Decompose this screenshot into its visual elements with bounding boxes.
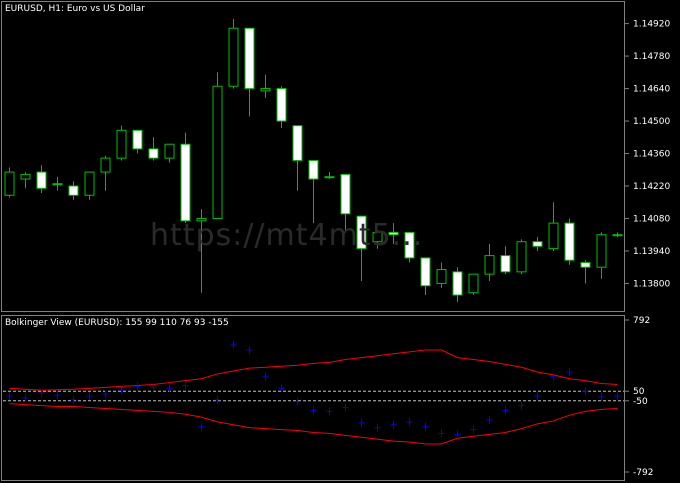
- candle-body: [116, 129, 127, 159]
- candle-body: [308, 159, 319, 180]
- candle-body: [292, 125, 303, 161]
- candle-body: [244, 27, 255, 90]
- indicator-tick-label: 792: [633, 316, 650, 326]
- indicator-layer: [3, 340, 624, 445]
- candle-body: [84, 171, 95, 196]
- candle-body: [500, 255, 511, 273]
- main-chart-border: [1, 1, 625, 312]
- indicator-title: Bolkinger View (EURUSD): 155 99 110 76 9…: [5, 318, 229, 328]
- indicator-border: [1, 315, 625, 481]
- candle-body: [324, 176, 335, 179]
- candle-body: [516, 241, 527, 273]
- candle-body: [148, 148, 159, 159]
- price-tick-label: 1.13940: [633, 247, 670, 257]
- candle-body: [564, 222, 575, 261]
- candle-body: [260, 88, 271, 92]
- candle-body: [36, 171, 47, 189]
- price-tick-label: 1.14080: [633, 214, 670, 224]
- candle-body: [212, 85, 223, 219]
- candle-body: [468, 273, 479, 294]
- candle-body: [180, 143, 191, 222]
- candle-body: [100, 157, 111, 173]
- candle-body: [532, 241, 543, 247]
- candle-body: [164, 143, 175, 159]
- candle-body: [548, 222, 559, 250]
- candle-body: [452, 271, 463, 296]
- candle-body: [436, 269, 447, 284]
- indicator-ticks: 792 50-50 -792: [625, 316, 653, 478]
- watermark: https://mt4mt5...: [150, 218, 424, 253]
- candle-body: [612, 234, 623, 237]
- candle-body: [68, 185, 79, 196]
- candle-body: [20, 173, 31, 180]
- price-tick-label: 1.14780: [633, 52, 670, 62]
- price-tick-label: 1.14220: [633, 182, 670, 192]
- candle-body: [596, 234, 607, 268]
- price-ticks: 1.14920 1.14780 1.14640 1.14500 1.14360 1.142…: [625, 20, 670, 289]
- candle-body: [340, 173, 351, 215]
- candle-body: [4, 171, 15, 196]
- price-tick-label: 1.14500: [633, 117, 670, 127]
- candle-body: [420, 257, 431, 287]
- candle-body: [52, 183, 63, 186]
- candle-body: [276, 88, 287, 122]
- price-tick-label: 1.13800: [633, 279, 670, 289]
- indicator-tick-label: -50: [633, 397, 648, 407]
- candle-body: [484, 255, 495, 275]
- indicator-tick-label: 50: [633, 387, 645, 397]
- price-tick-label: 1.14920: [633, 20, 670, 30]
- indicator-tick-label: -792: [633, 468, 653, 478]
- candle-body: [580, 262, 591, 268]
- price-tick-label: 1.14640: [633, 85, 670, 95]
- upper-band-line: [9, 349, 618, 391]
- main-chart-title: EURUSD, H1: Euro vs US Dollar: [5, 4, 145, 14]
- candle-body: [132, 129, 143, 150]
- price-tick-label: 1.14360: [633, 150, 670, 160]
- candles-layer: [4, 18, 623, 302]
- candle-body: [228, 27, 239, 87]
